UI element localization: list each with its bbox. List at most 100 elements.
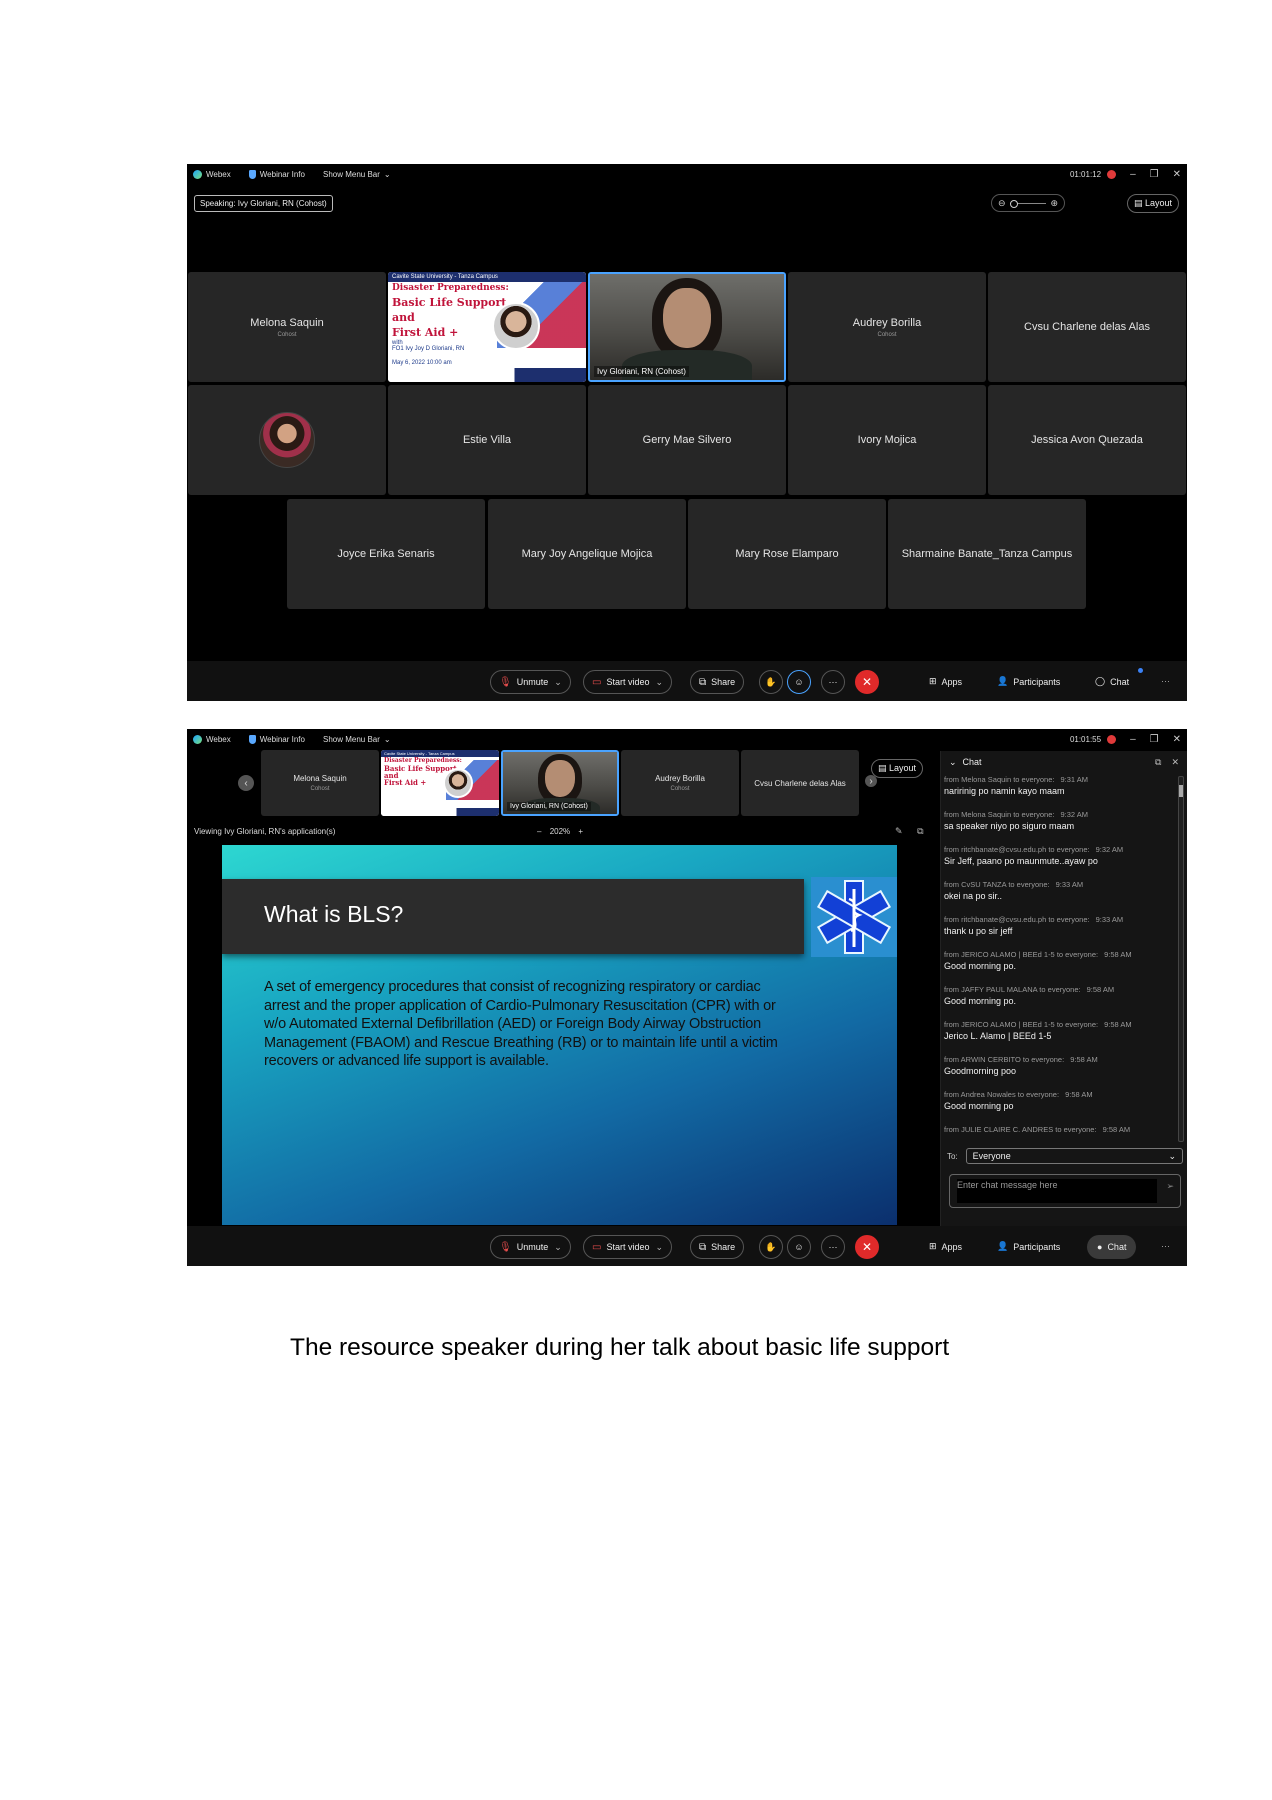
chevron-down-icon[interactable]: ⌄	[949, 757, 957, 768]
message-sender: from ARWIN CERBITO to everyone:	[944, 1055, 1065, 1064]
chat-input-field[interactable]: Enter chat message here	[957, 1179, 1157, 1203]
participants-button[interactable]: 👤 Participants	[997, 1241, 1060, 1252]
reactions-button[interactable]: ☺	[787, 1235, 811, 1259]
apps-button[interactable]: ⊞ Apps	[929, 676, 962, 687]
close-window-button[interactable]: ✕	[1173, 169, 1181, 180]
webex-menu[interactable]: Webex	[193, 169, 231, 179]
recipient-select[interactable]: Everyone ⌄	[965, 1148, 1183, 1164]
participant-name: Joyce Erika Senaris	[337, 548, 435, 560]
overflow-button[interactable]: ···	[1161, 676, 1170, 686]
participant-tile[interactable]: Audrey Borilla Cohost	[788, 272, 986, 382]
unmute-button[interactable]: 🎙 Unmute	[490, 670, 571, 694]
figure-caption: The resource speaker during her talk abo…	[290, 1334, 950, 1361]
show-menu-bar[interactable]: Show Menu Bar ⌄	[323, 170, 391, 179]
message-sender: from Melona Saquin to everyone:	[944, 775, 1055, 784]
chat-panel: ⌄ Chat ⧉ ✕ from Melona Saquin to everyone…	[940, 751, 1187, 1226]
apps-button[interactable]: ⊞ Apps	[929, 1241, 962, 1252]
participant-tile[interactable]: Melona Saquin Cohost	[261, 750, 379, 816]
more-options-button[interactable]: ···	[821, 670, 845, 694]
participant-tile[interactable]: Jessica Avon Quezada	[988, 385, 1186, 495]
reactions-button[interactable]: ☺	[787, 670, 811, 694]
zoom-in-icon[interactable]: ⊕	[1050, 198, 1058, 209]
restore-button[interactable]: ❐	[1150, 734, 1159, 745]
zoom-track[interactable]	[1009, 199, 1047, 208]
unmute-button[interactable]: 🎙 Unmute	[490, 1235, 571, 1259]
zoom-in-icon[interactable]: +	[578, 827, 583, 836]
leave-meeting-button[interactable]: ✕	[855, 1235, 879, 1259]
raise-hand-button[interactable]: ✋	[759, 1235, 783, 1259]
slide-header: Cavite State University - Tanza Campus	[388, 272, 586, 282]
share-zoom-control[interactable]: – 202% +	[537, 827, 583, 836]
share-button[interactable]: ⧉ Share	[690, 1235, 745, 1259]
participant-name: Sharmaine Banate_Tanza Campus	[901, 548, 1073, 560]
zoom-out-icon[interactable]: –	[537, 827, 541, 836]
pop-out-icon[interactable]: ⧉	[917, 826, 923, 836]
minimize-button[interactable]: –	[1130, 169, 1136, 180]
webinar-info-menu[interactable]: Webinar Info	[248, 734, 305, 744]
speaker-face	[545, 760, 575, 797]
slide-title: What is BLS?	[264, 901, 404, 927]
layout-button[interactable]: ▤ Layout	[871, 759, 924, 778]
video-off-icon: ▭	[592, 676, 602, 688]
participant-tile[interactable]: Estie Villa	[388, 385, 586, 495]
chat-message: from CvSU TANZA to everyone: 9:33 AM okei …	[944, 880, 1177, 915]
share-icon: ⧉	[699, 676, 707, 688]
participant-tile[interactable]: Gerry Mae Silvero	[588, 385, 786, 495]
participant-tile[interactable]: Cvsu Charlene delas Alas	[741, 750, 859, 816]
participant-tile[interactable]: Sharmaine Banate_Tanza Campus	[888, 499, 1086, 609]
mic-muted-icon: 🎙	[499, 676, 512, 688]
participant-tile[interactable]: Mary Joy Angelique Mojica	[488, 499, 686, 609]
chat-button[interactable]: ● Chat	[1087, 1235, 1137, 1259]
webex-menu[interactable]: Webex	[193, 734, 231, 744]
chat-message-list[interactable]: from Melona Saquin to everyone: 9:31 AM na…	[941, 775, 1177, 1138]
participant-tile[interactable]: Cvsu Charlene delas Alas	[988, 272, 1186, 382]
minimize-button[interactable]: –	[1130, 734, 1136, 745]
scrollbar-thumb[interactable]	[1179, 785, 1183, 797]
restore-button[interactable]: ❐	[1150, 169, 1159, 180]
shield-icon	[248, 734, 256, 744]
share-button[interactable]: ⧉ Share	[690, 670, 745, 694]
participants-button[interactable]: 👤 Participants	[997, 676, 1060, 687]
active-speaker-tile[interactable]: Ivy Gloriani, RN (Cohost)	[501, 750, 619, 816]
pop-out-icon[interactable]: ⧉	[1155, 757, 1161, 768]
shield-icon	[248, 169, 256, 179]
participant-tile[interactable]: Mary Rose Elamparo	[688, 499, 886, 609]
chat-button[interactable]: ◯ Chat	[1095, 676, 1129, 687]
unmute-label: Unmute	[516, 1242, 549, 1252]
close-icon[interactable]: ✕	[1171, 757, 1179, 768]
participant-tile[interactable]: Audrey Borilla Cohost	[621, 750, 739, 816]
chat-input[interactable]: Enter chat message here ➢	[949, 1174, 1181, 1208]
message-text: Good morning po.	[944, 961, 1017, 971]
show-menu-bar[interactable]: Show Menu Bar ⌄	[323, 735, 391, 744]
leave-meeting-button[interactable]: ✕	[855, 670, 879, 694]
raise-hand-button[interactable]: ✋	[759, 670, 783, 694]
active-speaker-tile[interactable]: Ivy Gloriani, RN (Cohost)	[588, 272, 786, 382]
layout-icon: ▤	[878, 763, 887, 773]
chevron-left-icon[interactable]: ‹	[238, 775, 254, 791]
more-options-button[interactable]: ···	[821, 1235, 845, 1259]
participant-tile[interactable]: Ivory Mojica	[788, 385, 986, 495]
shared-content-tile[interactable]: Cavite State University - Tanza Campus D…	[388, 272, 586, 382]
share-icon: ⧉	[699, 1241, 707, 1253]
shared-content-tile[interactable]: Cavite State University - Tanza Campus D…	[381, 750, 499, 816]
message-sender: from JULIE CLAIRE C. ANDRES to everyone:	[944, 1125, 1097, 1134]
participant-tile[interactable]	[188, 385, 386, 495]
webinar-info-menu[interactable]: Webinar Info	[248, 169, 305, 179]
participant-tile[interactable]: Melona Saquin Cohost	[188, 272, 386, 382]
annotate-icon[interactable]: ✎	[895, 826, 903, 836]
start-video-button[interactable]: ▭ Start video	[583, 670, 673, 694]
send-icon[interactable]: ➢	[1166, 1181, 1174, 1192]
zoom-out-icon[interactable]: ⊖	[998, 198, 1006, 209]
layout-label: Layout	[889, 763, 917, 773]
chat-notification-badge	[1138, 668, 1143, 673]
participant-tile[interactable]: Joyce Erika Senaris	[287, 499, 485, 609]
hand-icon: ✋	[765, 676, 777, 687]
start-video-button[interactable]: ▭ Start video	[583, 1235, 673, 1259]
layout-button[interactable]: ▤ Layout	[1126, 194, 1179, 213]
apps-label: Apps	[941, 1241, 963, 1252]
overflow-button[interactable]: ···	[1161, 1241, 1170, 1251]
participant-name: Mary Rose Elamparo	[735, 548, 839, 560]
chat-scrollbar[interactable]	[1178, 776, 1184, 1142]
gallery-zoom-slider[interactable]: ⊖ ⊕	[991, 194, 1065, 212]
close-window-button[interactable]: ✕	[1173, 734, 1181, 745]
